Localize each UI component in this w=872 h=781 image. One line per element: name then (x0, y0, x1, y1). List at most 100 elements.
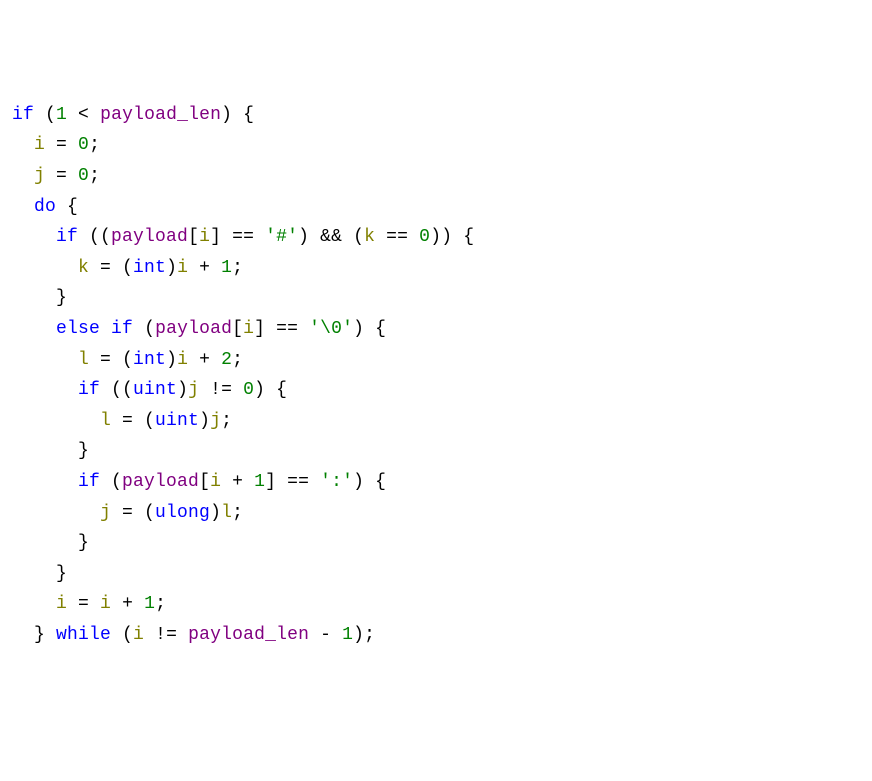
token-ident: payload (155, 319, 232, 339)
token-num: 0 (243, 380, 254, 400)
token-punct: ( (100, 472, 122, 492)
token-punct: ( (133, 319, 155, 339)
token-var: j (210, 411, 221, 431)
token-punct: (( (100, 380, 133, 400)
token-punct: == (375, 227, 419, 247)
token-var: l (221, 503, 232, 523)
token-var: l (78, 350, 89, 370)
token-punct: ) (166, 350, 177, 370)
token-punct: ; (232, 350, 243, 370)
token-punct: { (56, 197, 78, 217)
token-var: i (177, 350, 188, 370)
token-kw: if (12, 105, 34, 125)
token-var: j (188, 380, 199, 400)
token-num: 1 (56, 105, 67, 125)
token-var: i (210, 472, 221, 492)
token-punct: ] == (210, 227, 265, 247)
token-punct: + (188, 258, 221, 278)
token-ident: payload (111, 227, 188, 247)
token-type: ulong (155, 503, 210, 523)
token-var: l (100, 411, 111, 431)
token-num: 1 (221, 258, 232, 278)
code-line: } (12, 528, 860, 559)
token-punct: = (45, 135, 78, 155)
token-punct: + (221, 472, 254, 492)
token-punct: ; (89, 166, 100, 186)
token-punct: ( (34, 105, 56, 125)
token-punct: } (12, 288, 67, 308)
token-punct: + (188, 350, 221, 370)
code-line: if (1 < payload_len) { (12, 100, 860, 131)
code-line: j = (ulong)l; (12, 498, 860, 529)
token-var: j (34, 166, 45, 186)
token-punct: ) { (221, 105, 254, 125)
token-kw: while (56, 625, 111, 645)
code-line: do { (12, 192, 860, 223)
token-punct: ); (353, 625, 375, 645)
token-punct: ) && ( (298, 227, 364, 247)
token-num: 0 (78, 135, 89, 155)
token-punct: ; (89, 135, 100, 155)
code-line: if (payload[i + 1] == ':') { (12, 467, 860, 498)
code-line: } while (i != payload_len - 1); (12, 620, 860, 651)
token-punct: ] == (254, 319, 309, 339)
token-punct (12, 166, 34, 186)
token-punct: ; (232, 503, 243, 523)
token-var: i (243, 319, 254, 339)
token-num: 1 (254, 472, 265, 492)
token-var: k (78, 258, 89, 278)
token-char: '\0' (309, 319, 353, 339)
code-line: i = 0; (12, 130, 860, 161)
token-punct: = ( (89, 350, 133, 370)
token-punct: ) (210, 503, 221, 523)
token-num: 1 (144, 594, 155, 614)
token-punct: ; (155, 594, 166, 614)
token-punct: < (67, 105, 100, 125)
token-var: j (100, 503, 111, 523)
token-num: 0 (419, 227, 430, 247)
token-var: i (100, 594, 111, 614)
token-num: 0 (78, 166, 89, 186)
code-line: i = i + 1; (12, 589, 860, 620)
token-num: 1 (342, 625, 353, 645)
token-punct: ) (199, 411, 210, 431)
token-kw: if (111, 319, 133, 339)
token-punct: != (199, 380, 243, 400)
token-punct (12, 319, 56, 339)
token-ident: payload_len (188, 625, 309, 645)
token-punct (12, 197, 34, 217)
token-punct (12, 503, 100, 523)
token-type: uint (155, 411, 199, 431)
token-punct: ; (221, 411, 232, 431)
token-var: i (34, 135, 45, 155)
token-kw: do (34, 197, 56, 217)
token-punct: = (45, 166, 78, 186)
token-kw: if (78, 380, 100, 400)
token-punct: + (111, 594, 144, 614)
token-punct: [ (232, 319, 243, 339)
token-punct: ) { (254, 380, 287, 400)
token-punct: != (144, 625, 188, 645)
token-ident: payload (122, 472, 199, 492)
token-var: i (199, 227, 210, 247)
token-var: i (133, 625, 144, 645)
token-punct: = ( (111, 503, 155, 523)
token-kw: if (56, 227, 78, 247)
token-punct: = ( (89, 258, 133, 278)
token-char: ':' (320, 472, 353, 492)
token-punct: - (309, 625, 342, 645)
token-punct (12, 258, 78, 278)
code-line: if ((payload[i] == '#') && (k == 0)) { (12, 222, 860, 253)
token-punct: } (12, 625, 56, 645)
token-punct: = ( (111, 411, 155, 431)
token-var: k (364, 227, 375, 247)
code-line: l = (uint)j; (12, 406, 860, 437)
token-punct: } (12, 564, 67, 584)
token-punct: )) { (430, 227, 474, 247)
token-punct: ] == (265, 472, 320, 492)
code-line: l = (int)i + 2; (12, 345, 860, 376)
token-type: int (133, 258, 166, 278)
token-type: uint (133, 380, 177, 400)
code-line: } (12, 436, 860, 467)
token-var: i (177, 258, 188, 278)
